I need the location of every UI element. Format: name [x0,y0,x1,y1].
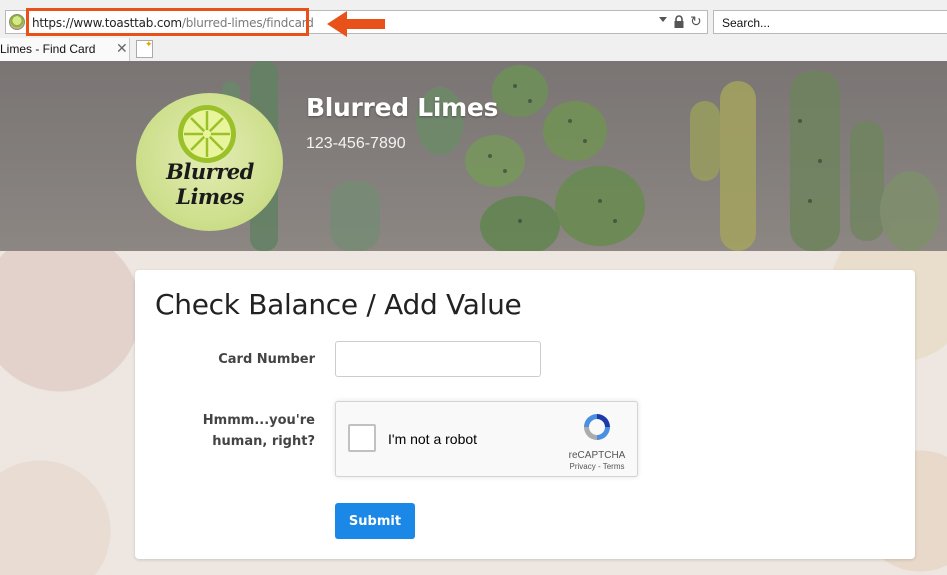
new-tab-icon: ✦ [145,39,153,49]
recaptcha-checkbox[interactable] [348,424,376,452]
restaurant-logo: Blurred Limes [136,93,283,231]
chevron-down-icon[interactable] [659,17,667,22]
recaptcha-label: I'm not a robot [388,431,478,447]
find-card-panel: Check Balance / Add Value Card Number Hm… [135,270,915,559]
recaptcha-widget: I'm not a robot reCAPTCHA Privacy - Term… [335,401,638,477]
page: Blurred Limes Blurred Limes 123-456-7890… [0,61,947,575]
recaptcha-privacy-terms-link[interactable]: Privacy - Terms [554,462,640,471]
submit-button[interactable]: Submit [335,503,415,539]
arrow-annotation-icon [327,11,385,37]
recaptcha-brand: reCAPTCHA [568,450,626,461]
close-icon[interactable]: ✕ [116,40,128,57]
lime-icon [178,105,236,163]
tab-title: Limes - Find Card [0,42,96,56]
human-check-label: Hmmm...you're human, right? [202,413,315,449]
search-placeholder: Search... [722,16,771,30]
card-number-label: Card Number [218,352,315,367]
card-number-input[interactable] [335,341,541,377]
tab-find-card[interactable]: Limes - Find Card ✕ [0,38,130,61]
site-favicon-icon [9,14,25,30]
page-title: Check Balance / Add Value [155,288,522,321]
browser-chrome: https://www.toasttab.com/blurred-limes/f… [0,0,947,61]
new-tab-button[interactable]: ✦ [136,39,153,58]
reload-icon[interactable]: ↻ [690,14,705,29]
hero-banner: Blurred Limes Blurred Limes 123-456-7890 [0,61,947,251]
restaurant-name: Blurred Limes [306,93,499,122]
lock-icon [674,15,684,28]
recaptcha-logo-icon [584,414,610,440]
search-input[interactable]: Search... [713,10,947,34]
restaurant-phone[interactable]: 123-456-7890 [306,135,406,153]
url-highlight-annotation [26,8,309,36]
logo-text: Blurred Limes [166,159,254,209]
